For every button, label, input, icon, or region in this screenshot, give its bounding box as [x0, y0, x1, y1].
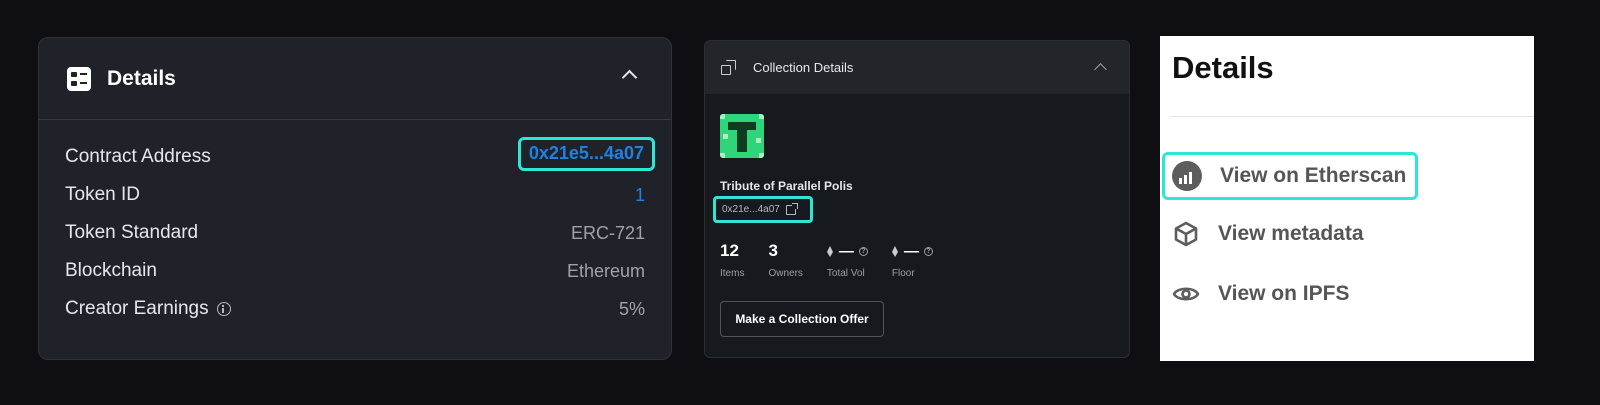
- collection-details-title: Collection Details: [753, 60, 854, 75]
- eye-icon: [1172, 287, 1200, 301]
- row-token-id: Token ID 1: [39, 176, 671, 214]
- token-id-link[interactable]: 1: [635, 185, 645, 206]
- collection-address[interactable]: 0x21e...4a07: [722, 204, 780, 215]
- stat-label: Total Vol: [826, 268, 865, 279]
- details-header[interactable]: Details: [39, 38, 671, 120]
- row-blockchain: Blockchain Ethereum: [39, 252, 671, 290]
- row-creator-earnings: Creator Earnings 5%: [39, 290, 671, 328]
- stat-floor: — ? Floor: [891, 241, 933, 279]
- collection-name[interactable]: Tribute of Parallel Polis: [720, 179, 853, 193]
- creator-earnings-label: Creator Earnings: [65, 298, 209, 319]
- chevron-up-icon[interactable]: [1094, 63, 1107, 76]
- row-contract-address: Contract Address 0x21e5...4a07: [39, 137, 671, 176]
- view-on-etherscan-link[interactable]: View on Etherscan: [1172, 161, 1406, 191]
- eth-icon: [891, 245, 899, 257]
- row-value: Ethereum: [566, 260, 645, 281]
- row-value: ERC-721: [570, 222, 645, 243]
- make-collection-offer-button[interactable]: Make a Collection Offer: [720, 301, 884, 337]
- details-panel-dark: Details Contract Address 0x21e5...4a07 T…: [38, 37, 672, 360]
- external-link-icon[interactable]: [785, 202, 798, 215]
- contract-address-highlight: 0x21e5...4a07: [517, 137, 655, 171]
- stat-label: Items: [720, 268, 745, 279]
- row-label-with-info: Creator Earnings: [65, 298, 231, 320]
- collection-avatar[interactable]: [720, 114, 764, 158]
- row-label: Blockchain: [65, 260, 157, 281]
- view-metadata-link[interactable]: View metadata: [1172, 220, 1364, 248]
- stat-value: —: [903, 242, 919, 260]
- help-icon[interactable]: ?: [858, 246, 868, 256]
- details-rows: Contract Address 0x21e5...4a07 Token ID …: [39, 120, 671, 328]
- row-label: Token ID: [65, 184, 140, 205]
- view-on-ipfs-link[interactable]: View on IPFS: [1172, 282, 1349, 306]
- stat-value-row: — ?: [891, 241, 933, 261]
- row-label: Token Standard: [65, 222, 199, 243]
- stat-owners: 3 Owners: [768, 241, 802, 279]
- stat-items: 12 Items: [720, 241, 744, 279]
- collection-icon: [721, 59, 737, 76]
- chevron-up-icon[interactable]: [621, 69, 638, 86]
- collection-details-header[interactable]: Collection Details: [705, 41, 1129, 94]
- help-icon[interactable]: ?: [923, 246, 933, 256]
- link-label: View on IPFS: [1218, 282, 1350, 305]
- details-title: Details: [1172, 50, 1274, 85]
- collection-address-highlight[interactable]: 0x21e...4a07: [713, 196, 813, 223]
- etherscan-icon: [1172, 161, 1202, 191]
- stat-label: Owners: [768, 268, 803, 279]
- contract-address-link[interactable]: 0x21e5...4a07: [529, 143, 644, 163]
- divider: [1170, 116, 1534, 117]
- cube-icon: [1174, 221, 1198, 247]
- eth-icon: [826, 245, 834, 257]
- link-label: View on Etherscan: [1220, 164, 1407, 187]
- details-title: Details: [107, 66, 176, 90]
- details-panel-light: Details View on Etherscan View metadata …: [1160, 36, 1534, 361]
- details-list-icon: [67, 66, 91, 91]
- collection-details-panel: Collection Details Tribute of Parallel P…: [704, 40, 1130, 358]
- row-label: Contract Address: [65, 146, 211, 167]
- stat-total-vol: — ? Total Vol: [826, 241, 868, 279]
- stat-value: —: [838, 242, 854, 260]
- link-label: View metadata: [1218, 222, 1364, 245]
- row-value: 5%: [618, 298, 645, 319]
- info-icon[interactable]: [216, 302, 231, 316]
- stat-value: 3: [768, 241, 778, 260]
- stat-value-row: — ?: [826, 241, 868, 261]
- stat-label: Floor: [891, 268, 915, 279]
- row-token-standard: Token Standard ERC-721: [39, 214, 671, 252]
- stat-value: 12: [720, 241, 739, 260]
- collection-stats: 12 Items 3 Owners — ? Total Vol — ? Floo…: [720, 241, 957, 279]
